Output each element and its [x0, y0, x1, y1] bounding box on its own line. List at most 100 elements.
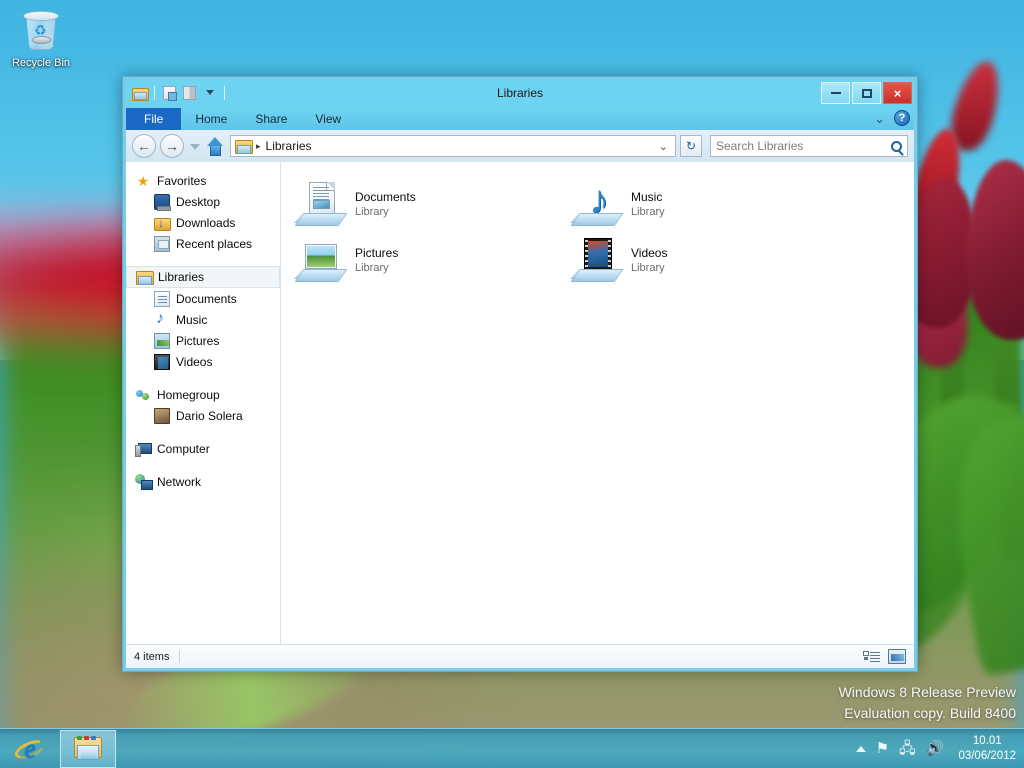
music-icon: [154, 312, 170, 328]
window-title: Libraries: [126, 86, 914, 100]
minimize-icon: [831, 92, 841, 94]
music-library-icon: ♪: [573, 180, 621, 228]
libraries-icon: [136, 269, 152, 285]
action-center-flag-icon[interactable]: ⚑: [876, 741, 889, 756]
minimize-button[interactable]: [821, 82, 850, 104]
list-item-type: Library: [631, 205, 665, 220]
videos-icon: [154, 354, 170, 370]
sidebar-item-dario-solera[interactable]: Dario Solera: [126, 405, 280, 426]
list-item-text: Videos Library: [631, 245, 667, 276]
list-item-text: Pictures Library: [355, 245, 398, 276]
sidebar-group-gap: [126, 372, 280, 384]
tab-share[interactable]: Share: [241, 108, 301, 130]
file-list-view[interactable]: Documents Library ♪ Music Library: [281, 162, 914, 644]
help-icon[interactable]: ?: [894, 110, 910, 126]
sidebar-item-label: Network: [157, 475, 201, 489]
close-icon: ×: [894, 87, 902, 100]
homegroup-icon: [135, 387, 151, 403]
sidebar-item-label: Homegroup: [157, 388, 220, 402]
evaluation-watermark: Windows 8 Release Preview Evaluation cop…: [839, 682, 1016, 724]
window-controls[interactable]: ×: [819, 82, 912, 104]
list-item-pictures[interactable]: Pictures Library: [293, 232, 569, 288]
sidebar-group-gap: [126, 459, 280, 471]
sidebar-item-videos[interactable]: Videos: [126, 351, 280, 372]
recent-places-icon: [154, 236, 170, 252]
sidebar-item-label: Videos: [176, 355, 212, 369]
pictures-library-icon: [297, 236, 345, 284]
maximize-button[interactable]: [852, 82, 881, 104]
volume-icon[interactable]: 🔊: [926, 741, 945, 756]
sidebar-item-label: Dario Solera: [176, 409, 243, 423]
clock[interactable]: 10.01 03/06/2012: [954, 734, 1016, 764]
list-item-name: Music: [631, 189, 665, 205]
explorer-window[interactable]: Libraries × File Home Share View ⌄ ? ← →…: [122, 76, 918, 672]
title-bar[interactable]: Libraries ×: [126, 80, 914, 108]
up-icon[interactable]: [207, 137, 223, 155]
refresh-button[interactable]: ↻: [680, 135, 702, 157]
list-item-music[interactable]: ♪ Music Library: [569, 176, 845, 232]
sidebar-item-downloads[interactable]: Downloads: [126, 212, 280, 233]
clock-date: 03/06/2012: [958, 749, 1016, 764]
sidebar-item-label: Desktop: [176, 195, 220, 209]
sidebar-item-recent-places[interactable]: Recent places: [126, 233, 280, 254]
tab-view[interactable]: View: [301, 108, 355, 130]
internet-explorer-icon: e: [15, 734, 45, 764]
search-input[interactable]: Search Libraries: [710, 135, 908, 157]
details-view-icon[interactable]: [863, 650, 880, 664]
taskbar-item-file-explorer[interactable]: [60, 730, 116, 768]
address-input[interactable]: ▸ Libraries ⌄: [230, 135, 676, 157]
documents-icon: [154, 291, 170, 307]
breadcrumb[interactable]: Libraries: [266, 139, 312, 153]
large-icons-view-icon[interactable]: [888, 649, 906, 664]
navigation-pane[interactable]: ★ Favorites Desktop Downloads Recent pla…: [126, 162, 281, 644]
sidebar-item-label: Music: [176, 313, 207, 327]
close-button[interactable]: ×: [883, 82, 912, 104]
system-tray[interactable]: ⚑ 🖧 🔊 10.01 03/06/2012: [856, 734, 1024, 764]
sidebar-item-documents[interactable]: Documents: [126, 288, 280, 309]
list-item-type: Library: [355, 261, 398, 276]
computer-icon: [135, 441, 151, 457]
desktop-icon-label: Recycle Bin: [4, 57, 78, 70]
show-hidden-icons-icon[interactable]: [856, 746, 866, 752]
maximize-icon: [862, 89, 872, 98]
list-item-name: Pictures: [355, 245, 398, 261]
sidebar-item-music[interactable]: Music: [126, 309, 280, 330]
sidebar-item-label: Favorites: [157, 174, 206, 188]
forward-button[interactable]: →: [160, 134, 184, 158]
view-mode-buttons[interactable]: [863, 649, 906, 664]
ribbon-right-controls[interactable]: ⌄ ?: [874, 110, 910, 126]
address-bar-row[interactable]: ← → ▸ Libraries ⌄ ↻ Search Libraries: [126, 130, 914, 162]
pictures-icon: [154, 333, 170, 349]
sidebar-item-network[interactable]: Network: [126, 471, 280, 492]
tab-home[interactable]: Home: [181, 108, 241, 130]
taskbar-item-internet-explorer[interactable]: e: [2, 730, 58, 768]
file-explorer-icon: [73, 736, 103, 762]
item-count-label: 4 items: [134, 651, 169, 663]
tab-file[interactable]: File: [126, 108, 181, 130]
sidebar-item-desktop[interactable]: Desktop: [126, 191, 280, 212]
list-item-name: Documents: [355, 189, 416, 205]
list-item-documents[interactable]: Documents Library: [293, 176, 569, 232]
chevron-down-icon[interactable]: ⌄: [659, 140, 671, 153]
sidebar-item-favorites[interactable]: ★ Favorites: [126, 170, 280, 191]
sidebar-item-label: Pictures: [176, 334, 219, 348]
chevron-down-icon[interactable]: ⌄: [874, 112, 885, 125]
sidebar-item-label: Libraries: [158, 270, 204, 284]
list-item-text: Music Library: [631, 189, 665, 220]
breadcrumb-separator: ▸: [256, 141, 261, 152]
network-tray-icon[interactable]: 🖧: [899, 741, 916, 756]
taskbar[interactable]: e ⚑ 🖧 🔊 10.01 03/06/2012: [0, 728, 1024, 768]
sidebar-item-homegroup[interactable]: Homegroup: [126, 384, 280, 405]
back-button[interactable]: ←: [132, 134, 156, 158]
sidebar-item-pictures[interactable]: Pictures: [126, 330, 280, 351]
sidebar-item-computer[interactable]: Computer: [126, 438, 280, 459]
recent-locations-icon[interactable]: [190, 144, 200, 149]
list-item-videos[interactable]: Videos Library: [569, 232, 845, 288]
ribbon-tab-bar[interactable]: File Home Share View ⌄ ?: [126, 108, 914, 130]
desktop-icon-recycle-bin[interactable]: ♻ Recycle Bin: [4, 4, 78, 70]
sidebar-item-label: Downloads: [176, 216, 235, 230]
search-icon[interactable]: [891, 141, 902, 152]
sidebar-item-libraries[interactable]: Libraries: [126, 266, 280, 288]
downloads-icon: [154, 215, 170, 231]
clock-time: 10.01: [958, 734, 1016, 749]
